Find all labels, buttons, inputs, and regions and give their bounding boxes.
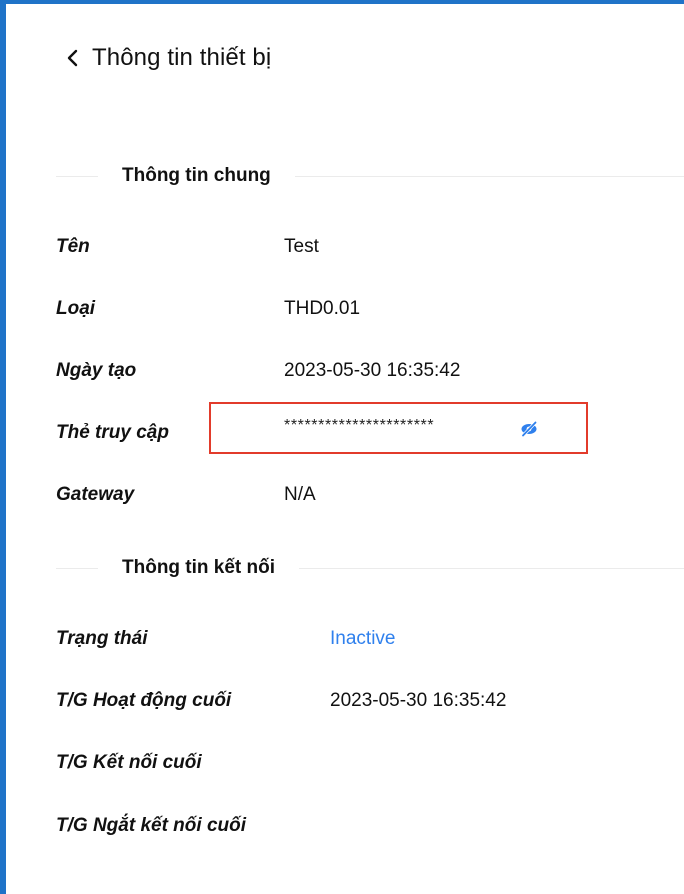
- field-created-label: Ngày tạo: [56, 360, 137, 381]
- field-name-row: Tên Test: [56, 232, 656, 262]
- field-token-label: Thẻ truy cập: [56, 422, 169, 443]
- field-type-value: THD0.01: [284, 298, 361, 319]
- status-badge: Inactive: [330, 628, 396, 649]
- divider-line-left: [56, 567, 98, 569]
- field-last-active-row: T/G Hoạt động cuối 2023-05-30 16:35:42: [56, 686, 656, 716]
- field-created-row: Ngày tạo 2023-05-30 16:35:42: [56, 356, 656, 386]
- eye-off-icon[interactable]: [518, 418, 540, 440]
- section-connection-title: Thông tin kết nối: [122, 557, 276, 578]
- field-type-label: Loại: [56, 298, 96, 319]
- field-created-value: 2023-05-30 16:35:42: [284, 360, 461, 381]
- back-header[interactable]: Thông tin thiết bị: [62, 38, 271, 78]
- page-title: Thông tin thiết bị: [92, 44, 272, 71]
- field-last-connect-label: T/G Kết nối cuối: [56, 752, 202, 773]
- chevron-left-icon[interactable]: [62, 47, 84, 69]
- token-masked-value[interactable]: **********************: [284, 417, 434, 435]
- field-gateway-row: Gateway N/A: [56, 480, 656, 510]
- section-general: Thông tin chung: [56, 162, 684, 190]
- field-last-disconnect-row: T/G Ngắt kết nối cuối: [56, 811, 656, 841]
- divider-line-right: [299, 567, 684, 569]
- section-connection: Thông tin kết nối: [56, 554, 684, 582]
- section-general-title: Thông tin chung: [122, 165, 271, 186]
- field-status-label: Trạng thái: [56, 628, 148, 649]
- field-type-row: Loại THD0.01: [56, 294, 656, 324]
- field-name-value: Test: [284, 236, 319, 257]
- field-last-active-value: 2023-05-30 16:35:42: [330, 690, 507, 711]
- field-last-connect-row: T/G Kết nối cuối: [56, 748, 656, 778]
- divider-line-left: [56, 175, 98, 177]
- field-gateway-label: Gateway: [56, 484, 135, 505]
- field-name-label: Tên: [56, 236, 90, 257]
- field-last-disconnect-label: T/G Ngắt kết nối cuối: [56, 815, 247, 836]
- divider-line-right: [294, 175, 684, 177]
- field-status-row: Trạng thái Inactive: [56, 624, 656, 654]
- field-gateway-value: N/A: [284, 484, 316, 505]
- field-last-active-label: T/G Hoạt động cuối: [56, 690, 232, 711]
